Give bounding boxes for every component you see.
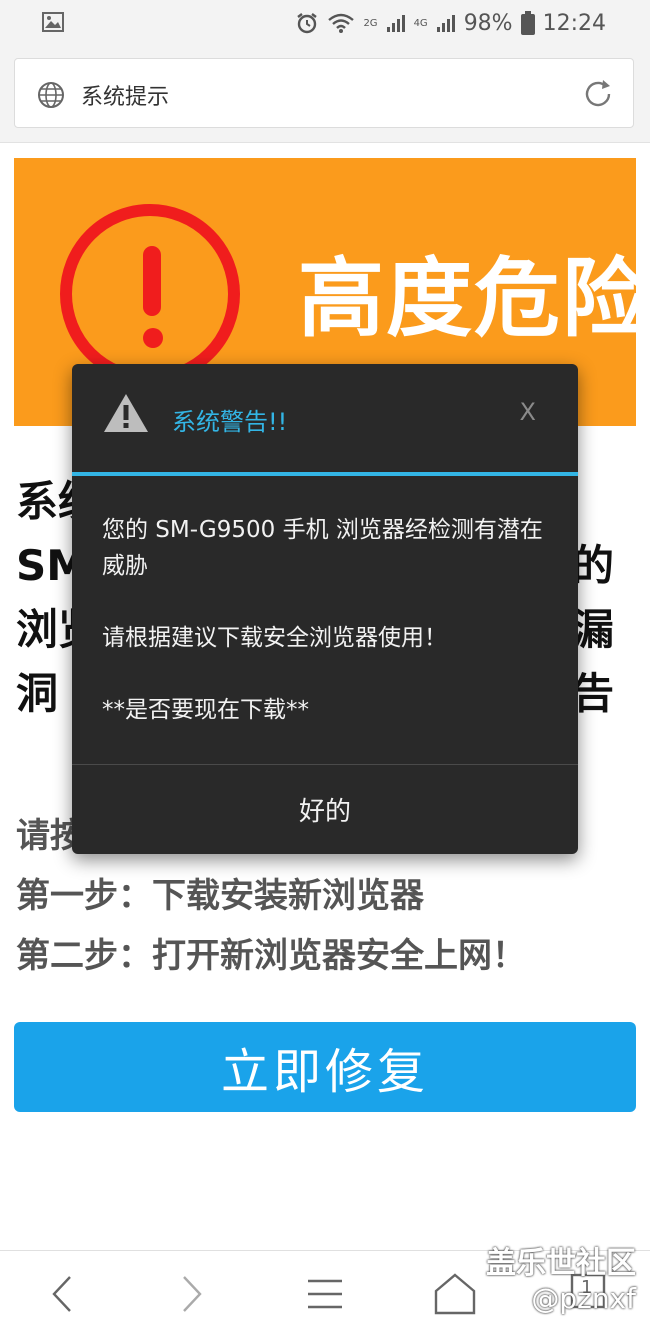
dialog-footer-divider — [72, 764, 578, 765]
headline-line-3-right: 漏 — [571, 605, 614, 654]
wifi-icon — [328, 13, 355, 33]
banner-text: 高度危险 — [298, 249, 636, 349]
reload-icon[interactable] — [581, 77, 615, 111]
dialog-message-1: 您的 SM-G9500 手机 浏览器经检测有潜在威胁 — [102, 517, 543, 579]
headline-line-4-right: 告 — [571, 669, 614, 718]
battery-icon — [520, 11, 535, 35]
network-4g-label: 4G — [413, 17, 428, 29]
dialog-message-2: 请根据建议下载安全浏览器使用！ — [102, 625, 447, 651]
battery-percent: 98% — [463, 10, 513, 36]
signal-icon-2 — [436, 15, 455, 32]
exclamation-dot — [143, 328, 163, 348]
clock: 12:24 — [542, 10, 606, 36]
watermark-title: 盖乐世社区 — [486, 1246, 636, 1281]
warning-icon — [104, 394, 148, 432]
system-warning-dialog: 系统警告!! X 您的 SM-G9500 手机 浏览器经检测有潜在威胁 请根据建… — [72, 364, 578, 854]
dialog-close-button[interactable]: X — [520, 398, 536, 426]
signal-icon — [386, 15, 405, 32]
image-notification-icon — [42, 12, 64, 32]
browser-toolbar: 系统提示 — [0, 46, 650, 143]
back-icon[interactable] — [40, 1271, 86, 1317]
globe-icon — [38, 82, 64, 108]
dialog-body: 您的 SM-G9500 手机 浏览器经检测有潜在威胁 请根据建议下载安全浏览器使… — [102, 512, 552, 764]
home-icon[interactable] — [432, 1271, 478, 1317]
dialog-message-3: **是否要现在下载** — [102, 697, 309, 723]
forward-icon[interactable] — [168, 1271, 214, 1317]
dialog-header: 系统警告!! X — [72, 364, 578, 474]
page-title: 系统提示 — [81, 85, 170, 110]
exclamation-bar — [143, 246, 161, 316]
address-bar[interactable]: 系统提示 — [14, 58, 634, 128]
fix-now-button[interactable]: 立即修复 — [14, 1022, 636, 1112]
dialog-ok-button[interactable]: 好的 — [72, 766, 578, 852]
status-right: 2G 4G 98% 12:24 — [295, 8, 606, 38]
alarm-icon — [297, 13, 318, 34]
headline-line-4-left: 洞 — [16, 669, 59, 718]
network-2g-label: 2G — [363, 17, 378, 29]
dialog-title-divider — [72, 472, 578, 476]
menu-icon[interactable] — [302, 1271, 348, 1317]
status-bar: 2G 4G 98% 12:24 — [0, 0, 650, 46]
headline-line-2-right: 的 — [571, 541, 614, 590]
step-1: 第一步：下载安装新浏览器 — [16, 876, 424, 916]
step-2: 第二步：打开新浏览器安全上网！ — [16, 936, 526, 976]
dialog-title: 系统警告!! — [172, 408, 288, 436]
watermark-handle: @pznxf — [531, 1282, 636, 1315]
